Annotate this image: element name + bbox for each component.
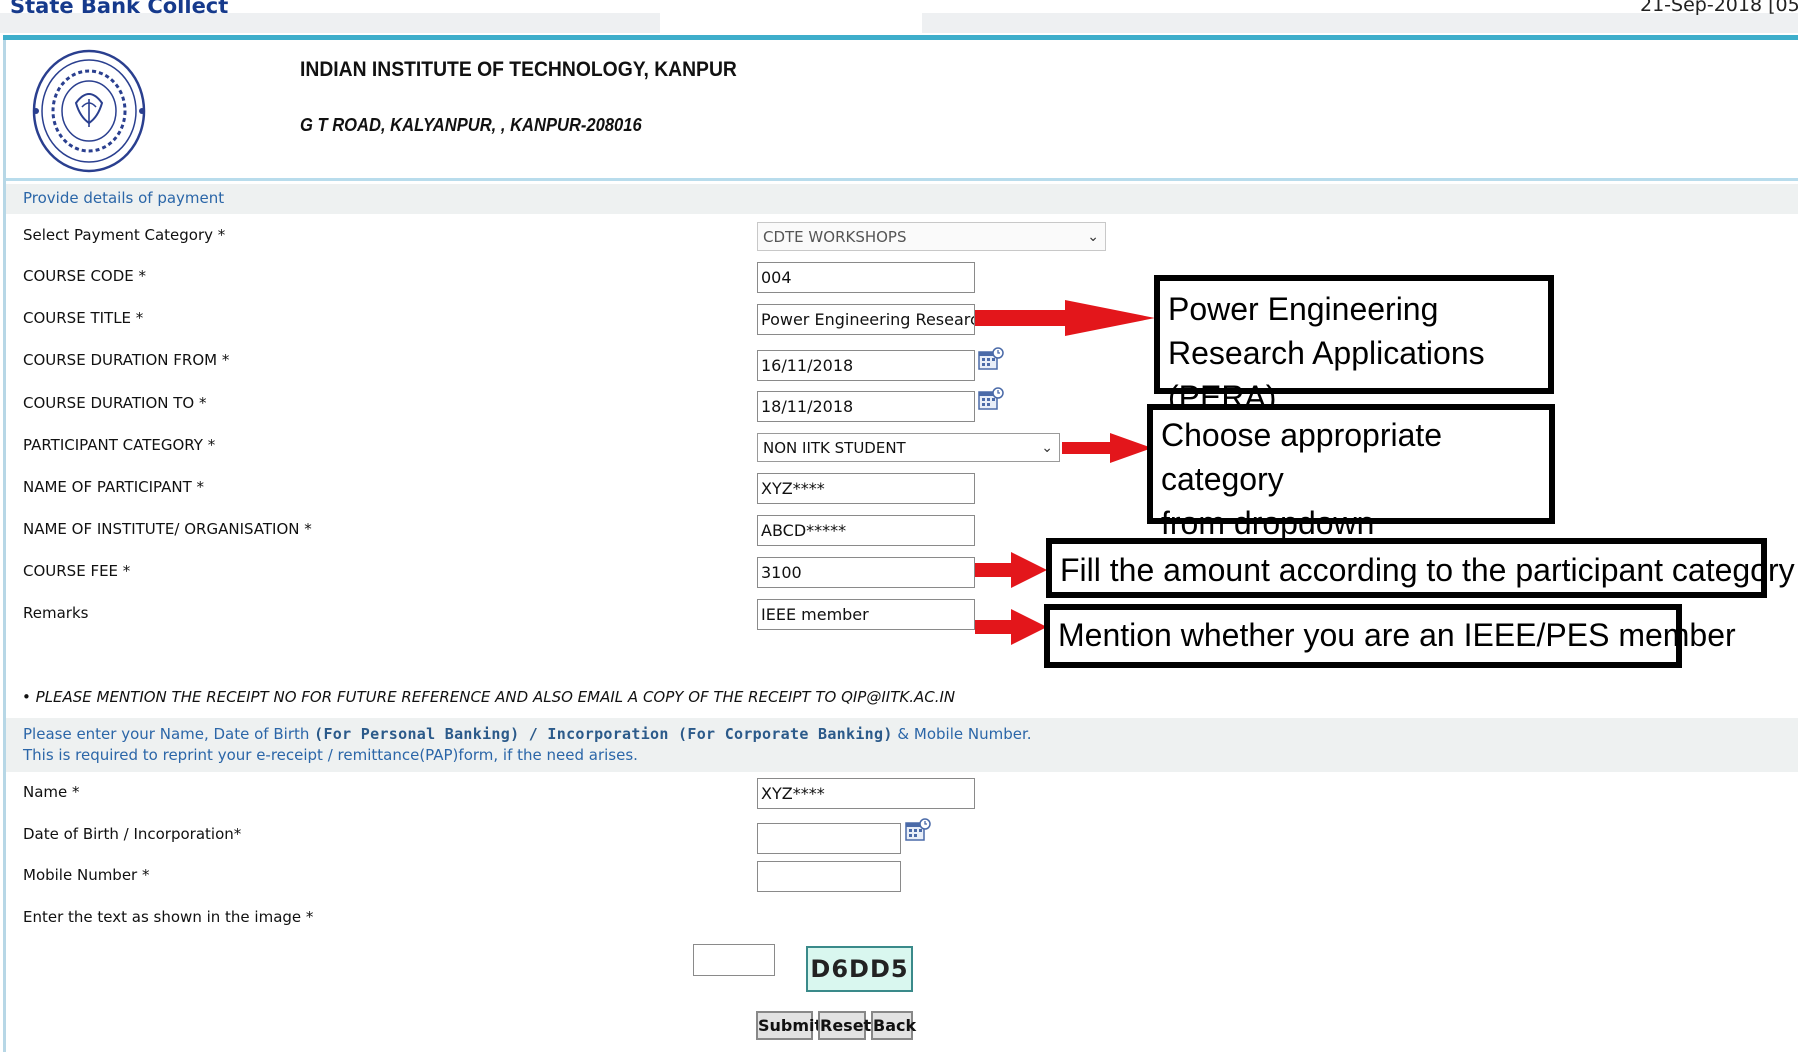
personal-section-line2: This is required to reprint your e-recei… xyxy=(23,746,638,764)
payment-category-select[interactable]: CDTE WORKSHOPS ⌄ xyxy=(757,222,1106,251)
participant-name-input[interactable]: XYZ**** xyxy=(757,473,975,504)
iitk-logo xyxy=(32,49,146,173)
chevron-down-icon: ⌄ xyxy=(1087,229,1099,245)
personal-section-line1-pre: Please enter your Name, Date of Birth xyxy=(23,725,315,743)
reset-button[interactable]: Reset xyxy=(818,1011,871,1040)
duration-to-label: COURSE DURATION TO * xyxy=(23,394,207,412)
calendar-icon[interactable] xyxy=(978,346,1004,372)
course-title-input[interactable]: Power Engineering Research xyxy=(757,304,975,335)
calendar-icon[interactable] xyxy=(978,386,1004,412)
top-datetime: 21-Sep-2018 [05:27 I xyxy=(1640,0,1798,16)
remarks-input[interactable]: IEEE member xyxy=(757,599,975,630)
personal-section-line1-post: & Mobile Number. xyxy=(892,725,1032,743)
brand-title: State Bank Collect xyxy=(10,0,229,18)
payment-section-title: Provide details of payment xyxy=(23,189,225,207)
chevron-down-icon: ⌄ xyxy=(1041,440,1053,456)
course-code-input[interactable]: 004 xyxy=(757,262,975,293)
arrow-remarks-icon xyxy=(975,609,1047,645)
calendar-icon[interactable] xyxy=(905,817,931,843)
callout-category-line1: Choose appropriate category xyxy=(1161,417,1443,497)
personal-section-line1: Please enter your Name, Date of Birth (F… xyxy=(23,725,1032,743)
participant-category-select[interactable]: NON IITK STUDENT ⌄ xyxy=(757,433,1060,462)
captcha-image: D6DD5 xyxy=(806,946,913,992)
payment-category-label: Select Payment Category * xyxy=(23,226,226,244)
arrow-fee-icon xyxy=(975,552,1047,588)
remarks-label: Remarks xyxy=(23,604,89,622)
callout-fee: Fill the amount according to the partici… xyxy=(1046,538,1795,598)
institute-label: NAME OF INSTITUTE/ ORGANISATION * xyxy=(23,520,312,538)
mobile-input[interactable] xyxy=(757,861,901,892)
top-bar xyxy=(0,0,1798,36)
callout-remarks: Mention whether you are an IEEE/PES memb… xyxy=(1044,604,1736,668)
dob-input[interactable] xyxy=(757,823,901,854)
receipt-note: • PLEASE MENTION THE RECEIPT NO FOR FUTU… xyxy=(22,688,956,706)
personal-section-line1-bold: (For Personal Banking) / Incorporation (… xyxy=(314,725,893,743)
course-code-label: COURSE CODE * xyxy=(23,267,147,285)
institute-header xyxy=(6,40,1798,181)
institute-name: INDIAN INSTITUTE OF TECHNOLOGY, KANPUR xyxy=(300,58,737,81)
arrow-category-icon xyxy=(1062,433,1152,463)
payment-category-value: CDTE WORKSHOPS xyxy=(763,228,907,246)
callout-category: Choose appropriate category from dropdow… xyxy=(1147,404,1555,541)
mobile-label: Mobile Number * xyxy=(23,866,150,884)
name-input[interactable]: XYZ**** xyxy=(757,778,975,809)
captcha-label: Enter the text as shown in the image * xyxy=(23,908,314,926)
duration-to-input[interactable]: 18/11/2018 xyxy=(757,391,975,422)
course-fee-input[interactable]: 3100 xyxy=(757,557,975,588)
callout-course-title: Power Engineering Research Applications … xyxy=(1154,275,1554,415)
back-button[interactable]: Back xyxy=(871,1011,916,1040)
captcha-input[interactable] xyxy=(693,944,775,976)
duration-from-input[interactable]: 16/11/2018 xyxy=(757,350,975,381)
name-label: Name * xyxy=(23,783,80,801)
top-band-right xyxy=(922,13,1798,33)
course-fee-label: COURSE FEE * xyxy=(23,562,131,580)
duration-from-label: COURSE DURATION FROM * xyxy=(23,351,230,369)
dob-label: Date of Birth / Incorporation* xyxy=(23,825,242,843)
arrow-course-title-icon xyxy=(975,300,1155,336)
institute-input[interactable]: ABCD***** xyxy=(757,515,975,546)
submit-button[interactable]: Submit xyxy=(756,1011,822,1040)
participant-category-value: NON IITK STUDENT xyxy=(763,439,906,457)
institute-address: G T ROAD, KALYANPUR, , KANPUR-208016 xyxy=(300,115,642,135)
participant-name-label: NAME OF PARTICIPANT * xyxy=(23,478,205,496)
payment-section-bar xyxy=(6,184,1798,214)
participant-category-label: PARTICIPANT CATEGORY * xyxy=(23,436,216,454)
course-title-label: COURSE TITLE * xyxy=(23,309,144,327)
